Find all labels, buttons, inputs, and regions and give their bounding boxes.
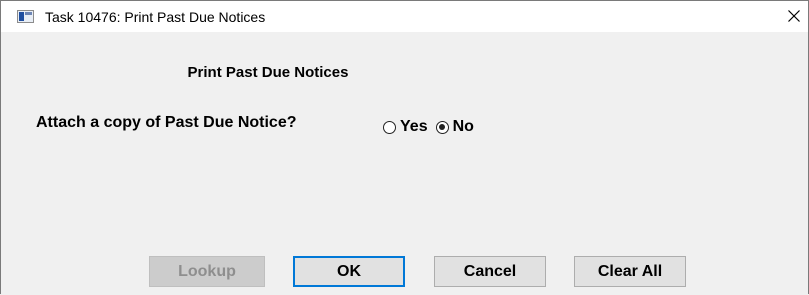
app-window-icon [17, 10, 34, 23]
radio-yes[interactable]: Yes [383, 118, 428, 136]
attach-notice-radio-group: Yes No [383, 118, 482, 136]
window-title: Task 10476: Print Past Due Notices [45, 9, 266, 25]
close-icon [788, 10, 800, 22]
dialog-window: Task 10476: Print Past Due Notices Print… [0, 0, 809, 294]
radio-yes-indicator[interactable] [383, 120, 396, 134]
close-button[interactable] [778, 1, 808, 32]
radio-no-indicator[interactable] [435, 120, 449, 134]
radio-no[interactable]: No [435, 118, 474, 136]
cancel-button[interactable]: Cancel [434, 256, 546, 287]
attach-notice-question: Attach a copy of Past Due Notice? [36, 114, 297, 131]
dialog-heading: Print Past Due Notices [187, 64, 349, 81]
radio-no-label: No [452, 118, 474, 135]
ok-button[interactable]: OK [293, 256, 405, 287]
clear-all-button[interactable]: Clear All [574, 256, 686, 287]
title-bar[interactable]: Task 10476: Print Past Due Notices [1, 1, 808, 32]
lookup-button[interactable]: Lookup [149, 256, 265, 287]
radio-yes-label: Yes [400, 118, 428, 135]
